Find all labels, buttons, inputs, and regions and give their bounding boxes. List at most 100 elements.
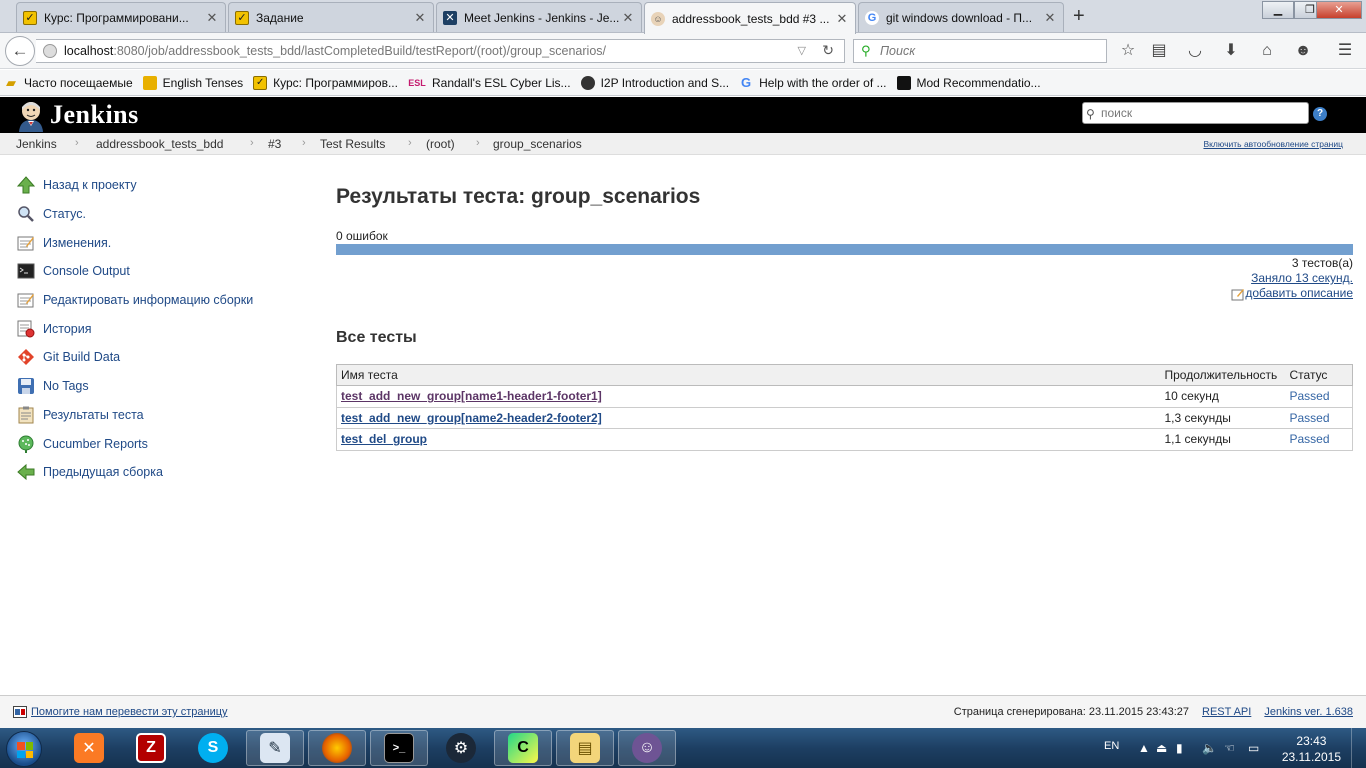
- chevron-down-icon[interactable]: ▽: [798, 44, 806, 57]
- bookmark-randalls-esl[interactable]: ESL Randall's ESL Cyber Lis...: [408, 76, 570, 90]
- test-name-link[interactable]: test_add_new_group[name1-header1-footer1…: [341, 389, 602, 403]
- rest-api-link[interactable]: REST API: [1202, 706, 1251, 718]
- window-close-button[interactable]: ✕: [1316, 1, 1362, 19]
- close-icon[interactable]: ✕: [835, 11, 849, 27]
- history-icon: [16, 319, 36, 339]
- touch-icon[interactable]: ☜: [1224, 741, 1235, 755]
- clock[interactable]: 23:43 23.11.2015: [1282, 733, 1341, 765]
- edit-description-icon: [1231, 288, 1245, 300]
- show-desktop-button[interactable]: [1351, 728, 1366, 768]
- jenkins-logo-icon[interactable]: [16, 100, 46, 132]
- browser-tab-bar: ✓ Курс: Программировани... ✕ ✓ Задание ✕…: [0, 0, 1366, 34]
- breadcrumb-separator: ›: [75, 137, 79, 149]
- new-tab-button[interactable]: +: [1073, 5, 1085, 28]
- back-button[interactable]: ←: [5, 36, 35, 66]
- taskbar-steam[interactable]: ⚙: [432, 730, 490, 766]
- breadcrumb-job[interactable]: addressbook_tests_bdd: [96, 137, 223, 151]
- translate-link[interactable]: Помогите нам перевести эту страницу: [13, 706, 228, 718]
- action-center-icon[interactable]: ▭: [1248, 741, 1259, 755]
- breadcrumb-group-scenarios[interactable]: group_scenarios: [493, 137, 582, 151]
- usb-icon[interactable]: ⏏: [1156, 741, 1167, 755]
- jenkins-version-link[interactable]: Jenkins ver. 1.638: [1264, 706, 1353, 718]
- taskbar-editor[interactable]: ✎: [246, 730, 304, 766]
- close-icon[interactable]: ✕: [621, 10, 635, 26]
- volume-icon[interactable]: 🔈: [1202, 741, 1217, 755]
- help-icon[interactable]: ?: [1313, 107, 1327, 121]
- download-icon[interactable]: ⬇: [1220, 40, 1242, 62]
- star-icon[interactable]: ☆: [1117, 40, 1139, 62]
- browser-search-input[interactable]: ⚲ Поиск: [853, 39, 1107, 63]
- folder-icon: ▰: [6, 74, 16, 90]
- jenkins-butler-icon: ☺: [651, 11, 665, 26]
- hello-icon[interactable]: ☻: [1292, 40, 1314, 62]
- taskbar-skype[interactable]: S: [184, 730, 242, 766]
- sidebar-item-console-output[interactable]: Console Output: [16, 257, 316, 286]
- close-icon[interactable]: ✕: [413, 10, 427, 26]
- jenkins-title[interactable]: Jenkins: [50, 100, 139, 130]
- minimize-button[interactable]: ▁: [1262, 1, 1294, 19]
- sidebar-item-no-tags[interactable]: No Tags: [16, 372, 316, 401]
- taskbar-firefox[interactable]: [308, 730, 366, 766]
- browser-tab-4-active[interactable]: ☺ addressbook_tests_bdd #3 ... ✕: [644, 2, 856, 34]
- sidebar-item-label: История: [43, 321, 92, 336]
- sidebar-item-back-to-project[interactable]: Назад к проекту: [16, 171, 316, 200]
- sidebar-item-changes[interactable]: Изменения.: [16, 228, 316, 257]
- column-header-test-name[interactable]: Имя теста: [336, 364, 1161, 386]
- browser-tab-2[interactable]: ✓ Задание ✕: [228, 2, 434, 32]
- taskbar-xampp[interactable]: ✕: [60, 730, 118, 766]
- globe-icon: [43, 44, 57, 58]
- sidebar-item-test-results[interactable]: Результаты теста: [16, 401, 316, 430]
- jenkins-search-input[interactable]: ⚲ поиск: [1082, 102, 1309, 124]
- bookmark-english-tenses[interactable]: English Tenses: [142, 75, 243, 90]
- jenkins-footer: Помогите нам перевести эту страницу Стра…: [0, 695, 1366, 728]
- taskbar-cmd[interactable]: >_: [370, 730, 428, 766]
- home-icon[interactable]: ⌂: [1256, 40, 1278, 62]
- taskbar-github[interactable]: ☺: [618, 730, 676, 766]
- browser-tab-5[interactable]: G git windows download - П... ✕: [858, 2, 1064, 32]
- sidebar-item-status[interactable]: Статус.: [16, 200, 316, 229]
- show-hidden-icons-icon[interactable]: ▲: [1138, 741, 1150, 755]
- reading-list-icon[interactable]: ▤: [1148, 40, 1170, 62]
- breadcrumb-test-results[interactable]: Test Results: [320, 137, 385, 151]
- bookmark-most-visited[interactable]: ▰ Часто посещаемые: [4, 74, 133, 90]
- bookmark-i2p[interactable]: I2P Introduction and S...: [580, 75, 729, 90]
- taskbar-explorer[interactable]: ▤: [556, 730, 614, 766]
- test-name-link[interactable]: test_del_group: [341, 432, 427, 446]
- network-icon[interactable]: ▮: [1176, 741, 1183, 755]
- sidebar-item-cucumber-reports[interactable]: Cucumber Reports: [16, 429, 316, 458]
- i2p-icon: [580, 75, 595, 90]
- language-indicator[interactable]: EN: [1104, 740, 1119, 752]
- sidebar-item-history[interactable]: История: [16, 314, 316, 343]
- sidebar-item-edit-build-info[interactable]: Редактировать информацию сборки: [16, 286, 316, 315]
- magnifier-icon: [16, 204, 36, 224]
- sidebar-item-previous-build[interactable]: Предыдущая сборка: [16, 458, 316, 487]
- taskbar-filezilla[interactable]: Z: [122, 730, 180, 766]
- pocket-icon[interactable]: ◡: [1184, 40, 1206, 62]
- checkbox-icon: ✓: [23, 10, 37, 25]
- filezilla-icon: Z: [136, 733, 166, 763]
- xampp-icon: ✕: [74, 733, 104, 763]
- close-icon[interactable]: ✕: [205, 10, 219, 26]
- bookmark-mod-recommendation[interactable]: Mod Recommendatio...: [896, 75, 1041, 90]
- breadcrumb-root[interactable]: (root): [426, 137, 455, 151]
- test-name-link[interactable]: test_add_new_group[name2-header2-footer2…: [341, 411, 602, 425]
- breadcrumb-build[interactable]: #3: [268, 137, 281, 151]
- browser-tab-3[interactable]: ✕ Meet Jenkins - Jenkins - Je... ✕: [436, 2, 642, 32]
- bookmark-help-order[interactable]: G Help with the order of ...: [739, 75, 886, 90]
- column-header-duration[interactable]: Продолжительность: [1160, 364, 1286, 386]
- taskbar-pycharm[interactable]: C: [494, 730, 552, 766]
- bookmark-course[interactable]: ✓ Курс: Программиров...: [253, 75, 398, 90]
- breadcrumb-jenkins[interactable]: Jenkins: [16, 137, 57, 151]
- add-description-link[interactable]: добавить описание: [1245, 286, 1353, 301]
- column-header-status[interactable]: Статус: [1285, 364, 1353, 386]
- duration-link[interactable]: Заняло 13 секунд.: [1251, 271, 1353, 285]
- sidebar-item-git-build-data[interactable]: Git Build Data: [16, 343, 316, 372]
- test-status: Passed: [1285, 428, 1353, 451]
- menu-icon[interactable]: ☰: [1334, 40, 1356, 62]
- close-icon[interactable]: ✕: [1043, 10, 1057, 26]
- address-bar[interactable]: localhost:8080/job/addressbook_tests_bdd…: [36, 39, 845, 63]
- browser-tab-1[interactable]: ✓ Курс: Программировани... ✕: [16, 2, 226, 32]
- reload-icon[interactable]: ↻: [822, 42, 834, 59]
- auto-refresh-link[interactable]: Включить автообновление страниц: [1203, 139, 1343, 149]
- start-button[interactable]: [6, 731, 42, 767]
